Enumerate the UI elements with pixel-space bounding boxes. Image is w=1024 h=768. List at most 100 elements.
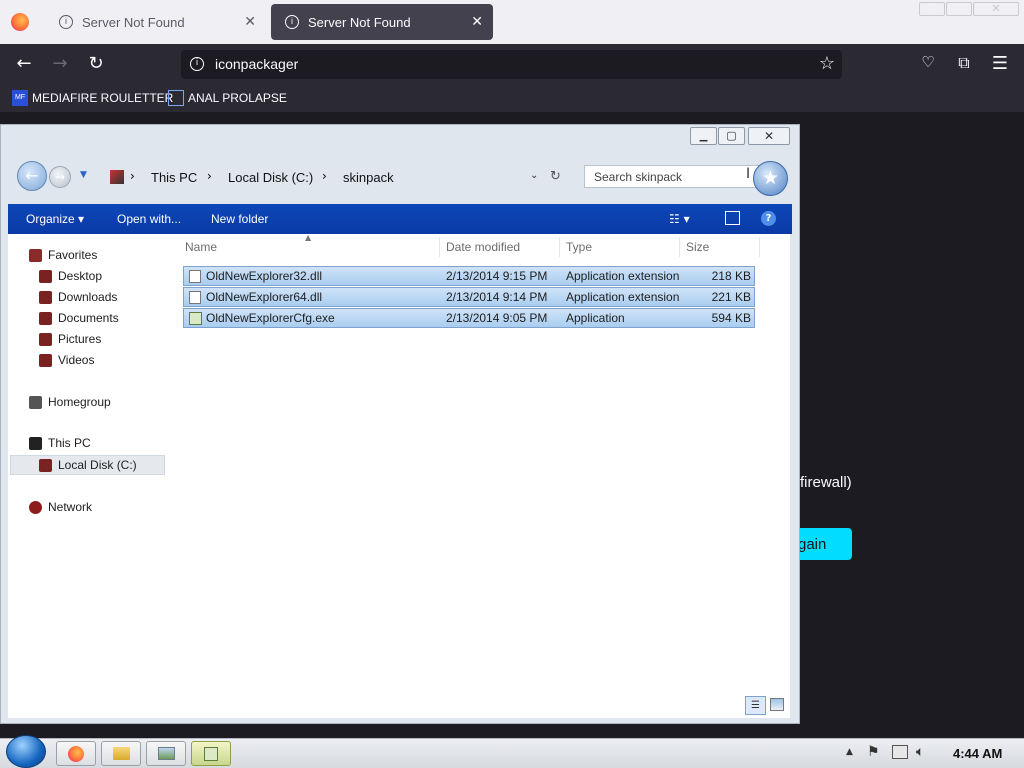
back-button[interactable]: ← [17, 161, 47, 191]
desktop-icon [39, 269, 52, 283]
organize-menu[interactable]: Organize ▾ [26, 212, 84, 226]
documents-icon [39, 311, 52, 325]
sidebar-item-documents[interactable]: Documents [39, 311, 119, 325]
help-icon[interactable]: ? [761, 211, 776, 226]
computer-icon [29, 436, 42, 450]
network-status-icon[interactable] [892, 745, 908, 759]
forward-icon[interactable]: → [48, 53, 72, 74]
bookmark-label: MEDIAFIRE ROULETTER [32, 91, 174, 105]
minimize-window-button[interactable] [919, 2, 945, 16]
tab-server-not-found-2[interactable]: i Server Not Found ✕ [271, 4, 493, 40]
preview-pane-icon[interactable] [725, 211, 740, 225]
sidebar-item-desktop[interactable]: Desktop [39, 269, 102, 283]
maximize-window-button[interactable] [946, 2, 972, 16]
sidebar-item-this-pc[interactable]: This PC [29, 436, 91, 450]
breadcrumb-skinpack[interactable]: skinpack [343, 170, 394, 185]
sidebar-item-local-disk[interactable]: Local Disk (C:) [39, 458, 137, 472]
menu-icon[interactable]: ☰ [988, 53, 1012, 74]
open-with-button[interactable]: Open with... [117, 212, 181, 226]
taskbar-firefox[interactable] [56, 741, 96, 766]
bookmark-star-icon[interactable]: ☆ [815, 53, 839, 74]
sidebar-item-pictures[interactable]: Pictures [39, 332, 101, 346]
tab-label: Server Not Found [308, 14, 411, 30]
address-dropdown-icon[interactable]: ⌄ [530, 170, 538, 181]
file-row[interactable]: OldNewExplorer32.dll 2/13/2014 9:15 PM A… [183, 266, 755, 286]
column-type[interactable]: Type [566, 240, 592, 254]
firefox-icon[interactable] [11, 13, 29, 31]
bookmark-mediafire-rouletter[interactable]: MF MEDIAFIRE ROULETTER [12, 88, 173, 108]
recent-locations-icon[interactable]: ▼ [80, 170, 87, 180]
explorer-maximize-button[interactable]: ▢ [718, 127, 745, 145]
new-folder-button[interactable]: New folder [211, 212, 268, 226]
try-again-label: gain [798, 536, 827, 553]
file-date: 2/13/2014 9:14 PM [446, 290, 548, 304]
pocket-icon[interactable]: ♡ [916, 53, 940, 71]
sidebar-label: Local Disk (C:) [58, 458, 137, 472]
info-icon: i [285, 15, 299, 29]
change-view-icon[interactable]: ☷ ▾ [669, 212, 690, 226]
site-info-icon[interactable]: i [190, 57, 204, 71]
breadcrumb-local-disk[interactable]: Local Disk (C:) [228, 170, 313, 185]
sidebar-item-videos[interactable]: Videos [39, 353, 94, 367]
file-type: Application extension [566, 290, 680, 304]
column-name[interactable]: Name [185, 240, 217, 254]
start-button[interactable] [6, 735, 46, 768]
sidebar-item-favorites[interactable]: Favorites [29, 248, 97, 262]
search-placeholder: Search skinpack [594, 170, 683, 184]
tab-label: Server Not Found [82, 14, 185, 30]
sidebar-item-network[interactable]: Network [29, 500, 92, 514]
url-text[interactable]: iconpackager [215, 56, 298, 72]
extensions-icon[interactable]: ⧉ [952, 53, 976, 73]
sidebar-item-homegroup[interactable]: Homegroup [29, 395, 111, 409]
action-center-flag-icon[interactable]: ⚑ [867, 744, 880, 760]
details-view-icon[interactable]: ☰ [745, 696, 766, 715]
breadcrumb-separator: › [322, 169, 327, 183]
dll-file-icon [189, 270, 201, 283]
breadcrumb-separator: › [207, 169, 212, 183]
explorer-minimize-button[interactable]: ▁ [690, 127, 717, 145]
star-orb-icon[interactable]: ★ [753, 161, 788, 196]
file-size: 594 KB [711, 311, 751, 325]
sidebar-label: Videos [58, 353, 95, 367]
file-size: 218 KB [711, 269, 751, 283]
drive-icon [39, 458, 52, 472]
text-cursor-icon: I [746, 166, 751, 182]
show-hidden-icons[interactable]: ▲ [846, 747, 853, 757]
system-clock[interactable]: 4:44 AM [953, 746, 1002, 761]
reload-icon[interactable]: ↻ [84, 53, 108, 74]
volume-icon[interactable]: 🔈︎ [916, 744, 924, 760]
column-date-modified[interactable]: Date modified [446, 240, 520, 254]
pictures-icon [39, 332, 52, 346]
sidebar-label: Network [48, 500, 93, 514]
back-icon[interactable]: ← [12, 53, 36, 74]
search-box[interactable]: Search skinpack [584, 165, 760, 188]
taskbar-oldnewexplorer[interactable] [191, 741, 231, 766]
file-row[interactable]: OldNewExplorer64.dll 2/13/2014 9:14 PM A… [183, 287, 755, 307]
column-divider [439, 237, 440, 257]
mediafire-bookmark-icon: MF [12, 90, 28, 106]
forward-button[interactable]: → [49, 166, 71, 188]
file-row[interactable]: OldNewExplorerCfg.exe 2/13/2014 9:05 PM … [183, 308, 755, 328]
column-size[interactable]: Size [686, 240, 709, 254]
refresh-icon[interactable]: ↻ [550, 169, 561, 184]
breadcrumb-separator: › [130, 169, 135, 183]
close-tab-icon[interactable]: ✕ [244, 13, 256, 30]
file-date: 2/13/2014 9:15 PM [446, 269, 548, 283]
taskbar-photos[interactable] [146, 741, 186, 766]
sidebar-item-downloads[interactable]: Downloads [39, 290, 117, 304]
file-name: OldNewExplorerCfg.exe [206, 311, 335, 325]
sidebar-label: Downloads [58, 290, 118, 304]
error-page-text: firewall) [800, 474, 852, 491]
bookmark-anal-prolapse[interactable]: ANAL PROLAPSE [168, 88, 287, 108]
breadcrumb-this-pc[interactable]: This PC [151, 170, 197, 185]
taskbar-explorer[interactable] [101, 741, 141, 766]
tab-server-not-found-1[interactable]: i Server Not Found ✕ [45, 4, 266, 40]
folder-icon [112, 747, 130, 760]
large-icons-view-icon[interactable] [770, 698, 784, 711]
explorer-close-button[interactable]: ✕ [748, 127, 790, 145]
sidebar-label: Documents [58, 311, 119, 325]
close-tab-icon[interactable]: ✕ [471, 13, 483, 30]
computer-breadcrumb-icon [110, 170, 124, 184]
close-window-button[interactable]: ✕ [973, 2, 1019, 16]
sidebar-label: Homegroup [48, 395, 111, 409]
